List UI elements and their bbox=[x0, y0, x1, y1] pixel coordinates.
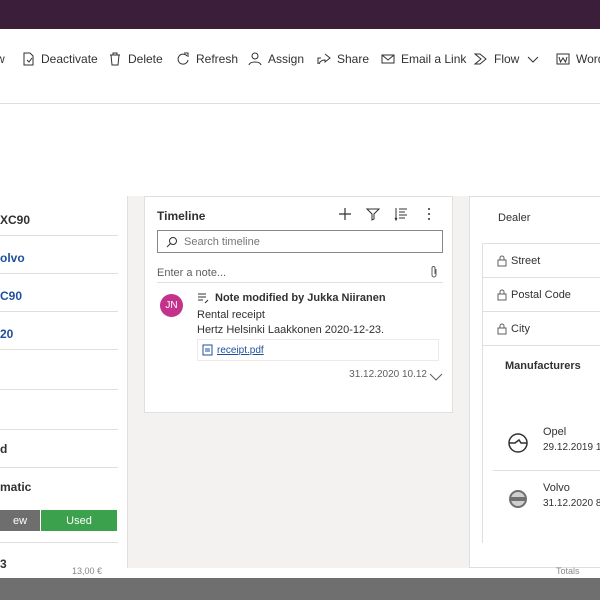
toggle-new-option[interactable]: ew bbox=[0, 510, 40, 531]
lock-icon bbox=[497, 323, 507, 335]
filter-icon[interactable] bbox=[366, 207, 380, 221]
general-section: XC90 olvo C90 20 d matic ew Used 3 bbox=[0, 196, 128, 576]
refresh-icon bbox=[176, 52, 190, 66]
manufacturer-row-opel[interactable]: Opel 29.12.2019 1 bbox=[493, 416, 600, 471]
trash-icon bbox=[108, 52, 122, 66]
field-postal-code[interactable]: Postal Code bbox=[483, 278, 600, 312]
timeline-entry[interactable]: JN Note modified by Jukka Niiranen Renta… bbox=[157, 289, 443, 389]
field-make-lookup[interactable]: olvo bbox=[0, 236, 118, 274]
entry-header: Note modified by Jukka Niiranen bbox=[197, 292, 386, 304]
subgrid-footer: 13,00 € Totals bbox=[0, 566, 600, 578]
volvo-logo-icon bbox=[507, 488, 529, 510]
email-icon bbox=[381, 52, 395, 66]
attachment-link[interactable]: receipt.pdf bbox=[197, 339, 439, 361]
command-partial[interactable]: w bbox=[0, 50, 5, 68]
search-icon bbox=[166, 236, 178, 248]
person-icon bbox=[248, 52, 262, 66]
timeline-search[interactable] bbox=[157, 230, 443, 253]
dealer-details: Street Postal Code City Manufacturers Op… bbox=[482, 243, 600, 543]
field-street[interactable]: Street bbox=[483, 244, 600, 278]
word-icon bbox=[556, 52, 570, 66]
field-fuel[interactable]: d bbox=[0, 430, 118, 468]
manufacturer-row-volvo[interactable]: Volvo 31.12.2020 8 bbox=[493, 472, 600, 527]
field-model-lookup[interactable]: C90 bbox=[0, 274, 118, 312]
taskbar bbox=[0, 578, 600, 600]
timeline-actions bbox=[338, 207, 436, 221]
email-link-button[interactable]: Email a Link bbox=[381, 50, 466, 68]
dealer-label: Dealer bbox=[498, 212, 531, 224]
share-button[interactable]: Share bbox=[317, 50, 369, 68]
lock-icon bbox=[497, 255, 507, 267]
field-year-lookup[interactable]: 20 bbox=[0, 312, 118, 350]
chevron-down-icon bbox=[526, 52, 540, 66]
flow-icon bbox=[474, 52, 488, 66]
paperclip-icon[interactable] bbox=[429, 265, 439, 279]
deactivate-button[interactable]: Deactivate bbox=[21, 50, 98, 68]
field-transmission[interactable]: matic bbox=[0, 468, 118, 504]
timeline-title: Timeline bbox=[157, 209, 206, 223]
opel-logo-icon bbox=[507, 432, 529, 454]
field-city[interactable]: City bbox=[483, 312, 600, 346]
command-bar: w Deactivate Delete Refresh Assign Share… bbox=[0, 29, 600, 104]
search-input[interactable] bbox=[184, 235, 424, 248]
app-top-bar bbox=[0, 0, 600, 29]
timeline-panel: Timeline Enter a note... JN Note modifie… bbox=[144, 196, 453, 413]
field-model[interactable]: XC90 bbox=[0, 206, 118, 236]
entry-date: 31.12.2020 10.12 bbox=[349, 369, 427, 380]
word-templates-button[interactable]: Word bbox=[556, 50, 600, 68]
note-icon bbox=[197, 292, 209, 304]
field-empty-1[interactable] bbox=[0, 350, 118, 390]
condition-toggle[interactable]: ew Used bbox=[0, 510, 117, 531]
more-options-icon[interactable] bbox=[422, 207, 436, 221]
entry-body: Hertz Helsinki Laakkonen 2020-12-23. bbox=[197, 324, 385, 336]
manufacturers-title: Manufacturers bbox=[505, 360, 581, 372]
add-icon[interactable] bbox=[338, 207, 352, 221]
refresh-button[interactable]: Refresh bbox=[176, 50, 238, 68]
form-header bbox=[0, 104, 600, 196]
assign-button[interactable]: Assign bbox=[248, 50, 304, 68]
toggle-used-option[interactable]: Used bbox=[41, 510, 117, 531]
note-input[interactable]: Enter a note... bbox=[157, 265, 443, 283]
avatar: JN bbox=[160, 294, 183, 317]
sort-icon[interactable] bbox=[394, 207, 408, 221]
flow-button[interactable]: Flow bbox=[474, 50, 519, 68]
file-icon bbox=[202, 344, 213, 356]
flow-chevron[interactable] bbox=[526, 50, 546, 68]
chevron-down-icon[interactable] bbox=[429, 369, 443, 381]
note-placeholder: Enter a note... bbox=[157, 267, 227, 279]
deactivate-icon bbox=[21, 52, 35, 66]
delete-button[interactable]: Delete bbox=[108, 50, 163, 68]
entry-subject: Rental receipt bbox=[197, 309, 265, 321]
lock-icon bbox=[497, 289, 507, 301]
dealer-section: Dealer Street Postal Code City Manufactu… bbox=[469, 196, 600, 568]
share-icon bbox=[317, 52, 331, 66]
field-empty-2[interactable] bbox=[0, 390, 118, 430]
